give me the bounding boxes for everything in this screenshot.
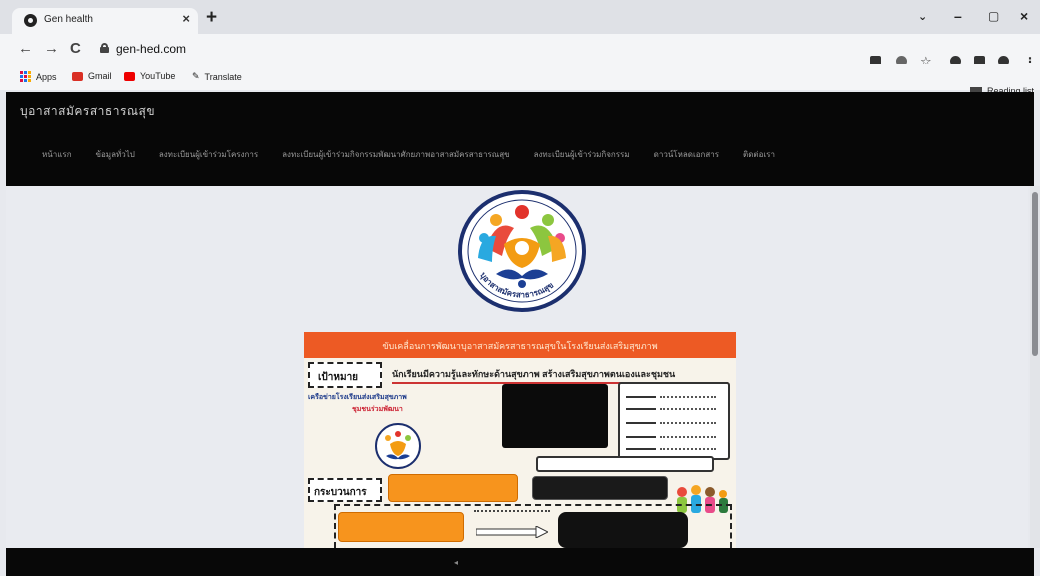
- tab-close-button[interactable]: ×: [182, 11, 190, 26]
- organization-logo-icon: บุอาสาสมัครสาธารณสุข: [458, 190, 586, 312]
- poster-dark-panel: [502, 384, 608, 448]
- process-step-dark-box: [532, 476, 668, 500]
- goal-label: เป้าหมาย: [318, 372, 359, 383]
- arrow-caption: [474, 508, 550, 516]
- poster-left-line2: ชุมชนร่วมพัฒนา: [352, 406, 403, 413]
- nav-register-training[interactable]: ลงทะเบียนผู้เข้าร่วมกิจกรรมพัฒนาศักยภาพอ…: [282, 148, 509, 161]
- forward-button[interactable]: →: [44, 40, 59, 57]
- scrollbar-thumb[interactable]: [1032, 192, 1038, 356]
- bookmarks-bar: Apps Gmail YouTube ✎ Translate: [0, 64, 1040, 90]
- bookmark-label: Apps: [36, 71, 57, 82]
- goal-text: นักเรียนมีความรู้และทักษะด้านสุขภาพ สร้า…: [392, 369, 676, 379]
- bottom-bar: ◂: [6, 548, 1034, 576]
- bookmark-label: Gmail: [88, 71, 112, 81]
- gmail-icon: [72, 71, 83, 81]
- poster-pill-box: [536, 456, 714, 472]
- poster-banner-text: ขับเคลื่อนการพัฒนาบุอาสาสมัครสาธารณสุขใน…: [382, 341, 658, 351]
- process-step-orange-box: [388, 474, 518, 502]
- bookmark-translate[interactable]: ✎ Translate: [192, 71, 242, 82]
- new-tab-button[interactable]: +: [206, 7, 217, 29]
- tab-title: Gen health: [44, 14, 93, 25]
- site-nav: หน้าแรก ข้อมูลทั่วไป ลงทะเบียนผู้เข้าร่ว…: [42, 148, 775, 161]
- apps-grid-icon: [20, 71, 31, 82]
- address-bar: ← → C gen-hed.com: [0, 34, 1040, 64]
- url-field[interactable]: gen-hed.com: [116, 42, 186, 56]
- maximize-button[interactable]: ▢: [988, 9, 999, 23]
- browser-tab[interactable]: Gen health ×: [12, 8, 198, 34]
- tab-strip: Gen health × + ⌄ – ▢ ×: [0, 0, 1040, 34]
- right-arrow-icon: [476, 526, 548, 538]
- poster-left-line1: เครือข่ายโรงเรียนส่งเสริมสุขภาพ: [308, 394, 407, 401]
- site-header: บุอาสาสมัครสาธารณสุข หน้าแรก ข้อมูลทั่วไ…: [6, 92, 1034, 186]
- bookmark-youtube[interactable]: YouTube: [124, 71, 175, 81]
- back-button[interactable]: ←: [18, 40, 33, 57]
- process-step1-orange-box: [338, 512, 464, 542]
- process-label: กระบวนการ: [314, 487, 367, 498]
- nav-downloads[interactable]: ดาวน์โหลดเอกสาร: [654, 148, 719, 161]
- goal-label-box: เป้าหมาย: [308, 362, 382, 388]
- nav-register-activity[interactable]: ลงทะเบียนผู้เข้าร่วมกิจกรรม: [534, 148, 630, 161]
- nav-home[interactable]: หน้าแรก: [42, 148, 72, 161]
- bookmark-label: YouTube: [140, 71, 176, 81]
- reload-button[interactable]: C: [70, 40, 81, 57]
- youtube-icon: [124, 71, 135, 81]
- site-favicon-icon: [24, 14, 37, 27]
- bottom-bar-indicator-icon: ◂: [454, 558, 459, 567]
- minimize-button[interactable]: –: [954, 8, 962, 24]
- nav-general-info[interactable]: ข้อมูลทั่วไป: [96, 148, 135, 161]
- poster-mini-logo-icon: [375, 423, 421, 469]
- bookmark-gmail[interactable]: Gmail: [72, 71, 112, 81]
- bookmark-apps[interactable]: Apps: [20, 71, 57, 82]
- translate-icon: ✎: [192, 71, 200, 81]
- bookmark-label: Translate: [204, 71, 242, 82]
- nav-register-participants[interactable]: ลงทะเบียนผู้เข้าร่วมโครงการ: [159, 148, 258, 161]
- goal-text-bar: นักเรียนมีความรู้และทักษะด้านสุขภาพ สร้า…: [392, 364, 728, 384]
- poster-list-box: [618, 382, 730, 460]
- nav-contact[interactable]: ติดต่อเรา: [743, 148, 775, 161]
- poster-banner: ขับเคลื่อนการพัฒนาบุอาสาสมัครสาธารณสุขใน…: [304, 332, 736, 358]
- tab-search-icon[interactable]: ⌄: [918, 10, 927, 23]
- close-window-button[interactable]: ×: [1020, 8, 1028, 24]
- process-label-box: กระบวนการ: [308, 478, 382, 502]
- scrollbar[interactable]: [1030, 186, 1040, 548]
- lock-icon: [100, 43, 109, 53]
- program-poster: ขับเคลื่อนการพัฒนาบุอาสาสมัครสาธารณสุขใน…: [304, 332, 736, 548]
- site-title[interactable]: บุอาสาสมัครสาธารณสุข: [20, 102, 155, 121]
- process-step-dark-rounded-box: [558, 512, 688, 548]
